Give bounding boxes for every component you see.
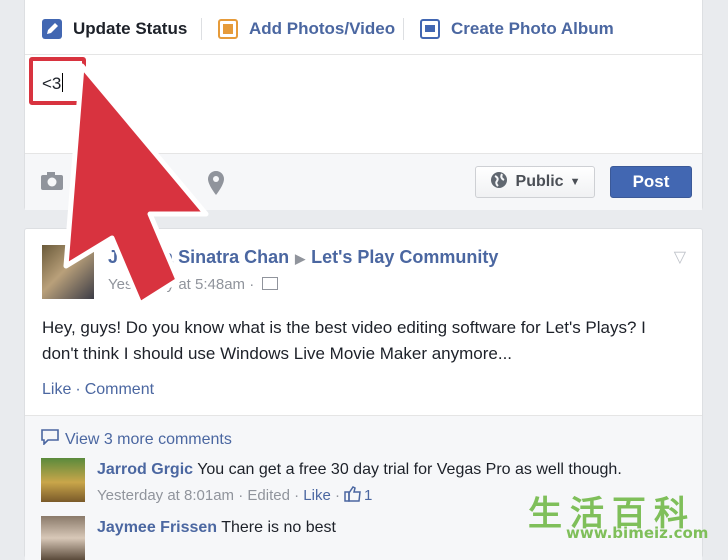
edited-label[interactable]: Edited	[247, 487, 290, 504]
commenter-name-link[interactable]: Jarrod Grgic	[97, 461, 193, 478]
comment-text: There is no best	[221, 519, 336, 536]
pencil-icon	[41, 18, 63, 40]
like-link[interactable]: Like	[42, 381, 71, 398]
comment-text-row: Jaymee Frissen There is no best	[97, 519, 336, 537]
status-textarea[interactable]: <3	[25, 55, 702, 153]
input-highlight-box	[29, 57, 86, 105]
commenter-name-link[interactable]: Jaymee Frissen	[97, 519, 217, 536]
post-button[interactable]: Post	[610, 166, 692, 198]
author-name-link[interactable]: Jessica Sinatra Chan	[108, 247, 289, 267]
audience-label: Public	[515, 173, 564, 190]
post-options-chevron-icon[interactable]: ▽	[674, 247, 686, 267]
photo-icon	[217, 18, 239, 40]
comment-like-link[interactable]: Like	[303, 487, 331, 504]
comment-bubble-icon	[41, 429, 59, 450]
tab-create-photo-album[interactable]: Create Photo Album	[419, 14, 614, 44]
composer-tabs: Update Status Add Photos/Video Create Ph…	[25, 0, 702, 55]
comment-text: You can get a free 30 day trial for Vega…	[197, 461, 622, 478]
post-timestamp[interactable]: Yesterday at 5:48am	[108, 276, 245, 293]
status-composer: Update Status Add Photos/Video Create Ph…	[24, 0, 703, 210]
like-count[interactable]: 1	[364, 487, 372, 504]
avatar[interactable]	[42, 245, 94, 299]
post-body-text: Hey, guys! Do you know what is the best …	[42, 318, 646, 363]
post-meta: Yesterday at 5:48am ·	[108, 276, 279, 293]
globe-icon	[490, 171, 508, 194]
composer-footer: Public ▼ Post	[25, 153, 702, 210]
chevron-down-icon: ▼	[569, 176, 581, 188]
avatar[interactable]	[41, 458, 85, 502]
watermark-url: www.bimeiz.com	[566, 524, 709, 542]
triangle-right-icon: ▶	[295, 251, 306, 266]
comment-text-row: Jarrod Grgic You can get a free 30 day t…	[97, 461, 622, 479]
tab-divider	[403, 18, 404, 40]
tab-add-photos-video[interactable]: Add Photos/Video	[217, 14, 395, 44]
tab-divider	[201, 18, 202, 40]
album-icon	[419, 18, 441, 40]
comment-timestamp[interactable]: Yesterday at 8:01am	[97, 487, 234, 504]
group-name-link[interactable]: Let's Play Community	[311, 247, 498, 267]
comment-meta: Yesterday at 8:01am · Edited · Like · 1	[97, 486, 373, 506]
watermark-logo: 生活百科 www.bimeiz.com	[522, 486, 728, 546]
tab-create-photo-album-label: Create Photo Album	[451, 19, 614, 38]
comment-link[interactable]: Comment	[85, 381, 154, 398]
post-header: Jessica Sinatra Chan ▶ Let's Play Communit…	[108, 247, 498, 268]
post-actions: Like · Comment	[42, 381, 155, 398]
audience-selector[interactable]: Public ▼	[475, 166, 595, 198]
camera-icon[interactable]	[40, 170, 64, 197]
tab-update-status[interactable]: Update Status	[41, 14, 187, 44]
location-pin-icon[interactable]	[207, 170, 225, 201]
tab-add-photos-video-label: Add Photos/Video	[249, 19, 396, 38]
smiley-icon[interactable]	[151, 170, 175, 199]
audience-members-icon	[262, 277, 279, 290]
avatar[interactable]	[41, 516, 85, 560]
tab-update-status-label: Update Status	[73, 19, 188, 38]
thumbs-up-icon	[344, 486, 362, 506]
view-more-comments-link[interactable]: View 3 more comments	[41, 429, 232, 450]
